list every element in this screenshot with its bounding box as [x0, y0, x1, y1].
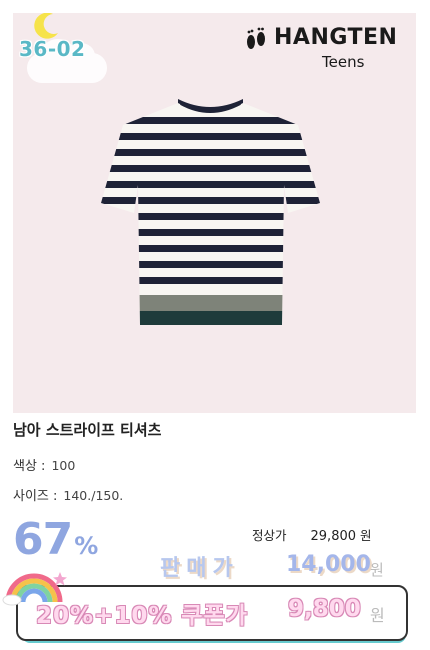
badge-code: 36-02 — [19, 37, 86, 61]
sale-price-label: 판매가 — [160, 556, 239, 581]
color-value: 100 — [51, 458, 76, 473]
regular-price-value: 29,800 — [310, 529, 357, 544]
color-label: 색상 : — [13, 459, 46, 474]
footprints-icon — [247, 27, 265, 49]
color-spec: 색상 : 100 — [13, 455, 75, 474]
rainbow-icon — [2, 572, 67, 606]
brand-name: HANGTEN — [274, 25, 398, 50]
regular-price: 정상가 29,800 원 — [252, 525, 372, 544]
product-title[interactable]: 남아 스트라이프 티셔츠 — [13, 419, 161, 440]
product-image-area[interactable]: 36-02 HANGTEN Teens — [13, 13, 416, 413]
brand-logo: HANGTEN Teens — [236, 23, 406, 73]
sale-price-unit: 원 — [370, 561, 384, 579]
sale-price-value: 14,000 — [286, 552, 371, 577]
coupon-price-value: 9,800 — [288, 596, 361, 622]
brand-sub: Teens — [322, 53, 365, 71]
discount-rate: 67% — [13, 514, 98, 565]
product-card: 36-02 HANGTEN Teens 남아 스트라이프 티셔츠 색상: 10… — [0, 0, 430, 650]
size-spec: 사이즈 : 140./150. — [13, 485, 123, 504]
coupon-price-unit: 원 — [370, 606, 385, 625]
discount-number: 67 — [13, 514, 73, 565]
regular-price-label: 정상가 — [252, 528, 287, 543]
striped-tshirt-image — [101, 99, 320, 325]
size-value: 140./150. — [63, 488, 124, 503]
discount-symbol: % — [74, 532, 99, 560]
badge: 36-02 — [13, 13, 123, 93]
regular-price-unit: 원 — [360, 528, 372, 543]
size-label: 사이즈 : — [13, 489, 58, 504]
